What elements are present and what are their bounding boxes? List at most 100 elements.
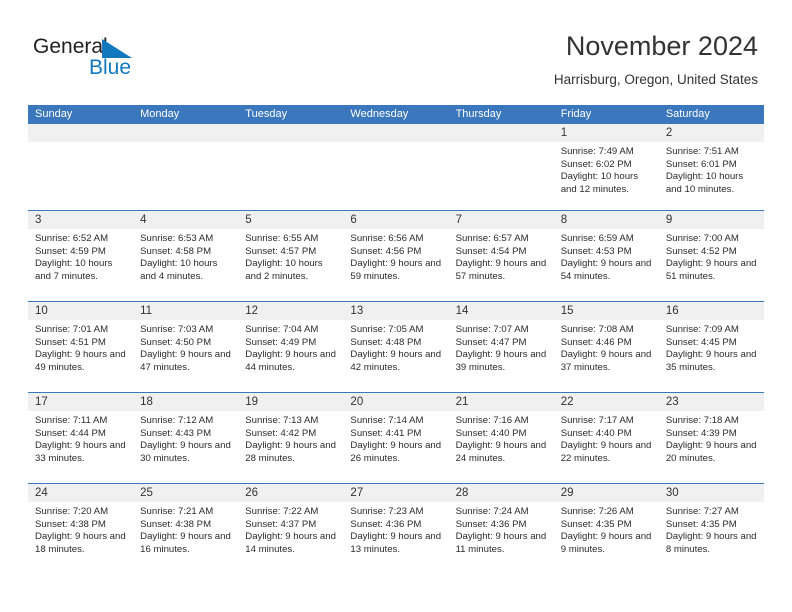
sunrise-text: Sunrise: 7:18 AM — [665, 415, 739, 426]
daylight-text: Daylight: 9 hours and 33 minutes. — [35, 440, 126, 464]
day-cell[interactable]: 9 Sunrise: 7:00 AM Sunset: 4:52 PM Daylight… — [658, 211, 764, 301]
sunset-text: Sunset: 4:41 PM — [350, 427, 422, 439]
daylight-text: Daylight: 9 hours and 16 minutes. — [140, 531, 231, 555]
day-cell[interactable]: 11 Sunrise: 7:03 AM Sunset: 4:50 PM Dayligh… — [133, 302, 239, 392]
day-cell[interactable]: 28 Sunrise: 7:24 AM Sunset: 4:36 PM Dayligh… — [448, 484, 554, 574]
logo-text-blue: Blue — [89, 56, 132, 79]
day-number: 24 — [28, 484, 134, 502]
day-sun-info: Sunrise: 7:18 AM Sunset: 4:39 PM Daylight:… — [659, 411, 764, 465]
day-cell[interactable]: 18 Sunrise: 7:12 AM Sunset: 4:43 PM Dayligh… — [133, 393, 239, 483]
sunset-text: Sunset: 4:54 PM — [455, 245, 527, 257]
sunrise-text: Sunrise: 7:16 AM — [455, 415, 529, 426]
sunset-text: Sunset: 4:35 PM — [560, 518, 632, 530]
day-cell[interactable]: 10 Sunrise: 7:01 AM Sunset: 4:51 PM Dayligh… — [28, 302, 134, 392]
weekday-sunday: Sunday — [35, 108, 73, 120]
day-sun-info: Sunrise: 6:55 AM Sunset: 4:57 PM Daylight:… — [238, 229, 343, 283]
day-cell-empty — [343, 124, 449, 210]
daylight-text: Daylight: 9 hours and 37 minutes. — [560, 349, 652, 373]
day-sun-info: Sunrise: 7:27 AM Sunset: 4:35 PM Daylight:… — [659, 502, 764, 556]
day-cell[interactable]: 4 Sunrise: 6:53 AM Sunset: 4:58 PM Daylight… — [133, 211, 239, 301]
day-number: 28 — [448, 484, 554, 502]
day-sun-info: Sunrise: 7:16 AM Sunset: 4:40 PM Daylight:… — [449, 411, 554, 465]
daylight-text: Daylight: 9 hours and 22 minutes. — [560, 440, 652, 464]
day-cell[interactable]: 21 Sunrise: 7:16 AM Sunset: 4:40 PM Dayligh… — [448, 393, 554, 483]
day-sun-info: Sunrise: 6:56 AM Sunset: 4:56 PM Daylight:… — [343, 229, 448, 283]
day-sun-info: Sunrise: 7:51 AM Sunset: 6:01 PM Daylight:… — [659, 142, 764, 196]
sunset-text: Sunset: 4:36 PM — [350, 518, 422, 530]
day-number: 2 — [658, 124, 764, 142]
daylight-text: Daylight: 9 hours and 42 minutes. — [350, 349, 442, 373]
day-cell[interactable]: 14 Sunrise: 7:07 AM Sunset: 4:47 PM Dayligh… — [448, 302, 554, 392]
sunset-text: Sunset: 4:46 PM — [560, 336, 632, 348]
calendar-week-row: 17 Sunrise: 7:11 AM Sunset: 4:44 PM Dayligh… — [28, 392, 764, 483]
day-cell[interactable]: 30 Sunrise: 7:27 AM Sunset: 4:35 PM Dayligh… — [658, 484, 764, 574]
sunrise-text: Sunrise: 6:59 AM — [560, 233, 634, 244]
day-cell[interactable]: 16 Sunrise: 7:09 AM Sunset: 4:45 PM Dayligh… — [658, 302, 764, 392]
sunset-text: Sunset: 4:43 PM — [140, 427, 212, 439]
day-sun-info: Sunrise: 7:21 AM Sunset: 4:38 PM Daylight:… — [133, 502, 238, 556]
day-number: 27 — [343, 484, 449, 502]
day-cell[interactable]: 29 Sunrise: 7:26 AM Sunset: 4:35 PM Dayligh… — [553, 484, 659, 574]
day-sun-info: Sunrise: 7:03 AM Sunset: 4:50 PM Daylight:… — [133, 320, 238, 374]
day-sun-info: Sunrise: 7:04 AM Sunset: 4:49 PM Daylight:… — [238, 320, 343, 374]
day-cell[interactable]: 1 Sunrise: 7:49 AM Sunset: 6:02 PM Daylight… — [553, 124, 659, 210]
day-number: 26 — [238, 484, 344, 502]
day-cell[interactable]: 26 Sunrise: 7:22 AM Sunset: 4:37 PM Dayligh… — [238, 484, 344, 574]
sunset-text: Sunset: 4:47 PM — [455, 336, 527, 348]
weekday-saturday: Saturday — [665, 108, 710, 120]
daylight-text: Daylight: 10 hours and 4 minutes. — [140, 258, 218, 282]
day-cell[interactable]: 17 Sunrise: 7:11 AM Sunset: 4:44 PM Dayligh… — [28, 393, 134, 483]
day-sun-info: Sunrise: 7:22 AM Sunset: 4:37 PM Daylight:… — [238, 502, 343, 556]
sunrise-text: Sunrise: 6:55 AM — [245, 233, 319, 244]
day-number — [133, 124, 239, 142]
day-number: 17 — [28, 393, 134, 411]
day-number: 25 — [133, 484, 239, 502]
day-cell[interactable]: 3 Sunrise: 6:52 AM Sunset: 4:59 PM Daylight… — [28, 211, 134, 301]
weekday-monday: Monday — [140, 108, 180, 120]
day-sun-info: Sunrise: 7:26 AM Sunset: 4:35 PM Daylight:… — [554, 502, 659, 556]
sunset-text: Sunset: 4:59 PM — [35, 245, 106, 257]
sunrise-text: Sunrise: 7:09 AM — [665, 324, 739, 335]
title-block: November 2024 Harrisburg, Oregon, United… — [554, 30, 758, 90]
day-cell[interactable]: 8 Sunrise: 6:59 AM Sunset: 4:53 PM Daylight… — [553, 211, 659, 301]
day-number: 20 — [343, 393, 449, 411]
day-cell-empty — [28, 124, 134, 210]
day-cell[interactable]: 13 Sunrise: 7:05 AM Sunset: 4:48 PM Dayligh… — [343, 302, 449, 392]
day-cell[interactable]: 7 Sunrise: 6:57 AM Sunset: 4:54 PM Daylight… — [448, 211, 554, 301]
day-cell[interactable]: 19 Sunrise: 7:13 AM Sunset: 4:42 PM Dayligh… — [238, 393, 344, 483]
weekday-header-row: Sunday Monday Tuesday Wednesday Thursday… — [28, 105, 764, 124]
sunrise-text: Sunrise: 7:22 AM — [245, 506, 319, 517]
day-cell[interactable]: 20 Sunrise: 7:14 AM Sunset: 4:41 PM Dayligh… — [343, 393, 449, 483]
day-number: 8 — [553, 211, 659, 229]
sunset-text: Sunset: 4:57 PM — [245, 245, 317, 257]
day-number: 4 — [133, 211, 239, 229]
weekday-wednesday: Wednesday — [350, 108, 409, 120]
daylight-text: Daylight: 9 hours and 11 minutes. — [455, 531, 547, 555]
day-number: 6 — [343, 211, 449, 229]
sunset-text: Sunset: 4:40 PM — [560, 427, 632, 439]
sunset-text: Sunset: 4:49 PM — [245, 336, 317, 348]
day-sun-info: Sunrise: 7:17 AM Sunset: 4:40 PM Daylight:… — [554, 411, 659, 465]
sunset-text: Sunset: 4:35 PM — [665, 518, 737, 530]
day-cell[interactable]: 24 Sunrise: 7:20 AM Sunset: 4:38 PM Dayligh… — [28, 484, 134, 574]
day-cell-empty — [133, 124, 239, 210]
day-cell[interactable]: 25 Sunrise: 7:21 AM Sunset: 4:38 PM Dayligh… — [133, 484, 239, 574]
day-cell[interactable]: 2 Sunrise: 7:51 AM Sunset: 6:01 PM Daylight… — [658, 124, 764, 210]
sunrise-text: Sunrise: 7:24 AM — [455, 506, 529, 517]
day-cell[interactable]: 15 Sunrise: 7:08 AM Sunset: 4:46 PM Dayligh… — [553, 302, 659, 392]
daylight-text: Daylight: 9 hours and 54 minutes. — [560, 258, 652, 282]
sunrise-text: Sunrise: 7:05 AM — [350, 324, 424, 335]
day-sun-info: Sunrise: 7:24 AM Sunset: 4:36 PM Daylight:… — [449, 502, 554, 556]
generalblue-logo[interactable]: General Blue — [33, 36, 153, 84]
day-cell[interactable]: 23 Sunrise: 7:18 AM Sunset: 4:39 PM Dayligh… — [658, 393, 764, 483]
day-cell[interactable]: 12 Sunrise: 7:04 AM Sunset: 4:49 PM Dayligh… — [238, 302, 344, 392]
day-cell[interactable]: 5 Sunrise: 6:55 AM Sunset: 4:57 PM Daylight… — [238, 211, 344, 301]
location-subtitle: Harrisburg, Oregon, United States — [553, 72, 758, 87]
day-sun-info: Sunrise: 7:07 AM Sunset: 4:47 PM Daylight:… — [449, 320, 554, 374]
day-cell[interactable]: 6 Sunrise: 6:56 AM Sunset: 4:56 PM Daylight… — [343, 211, 449, 301]
sunset-text: Sunset: 4:51 PM — [35, 336, 106, 348]
day-cell[interactable]: 27 Sunrise: 7:23 AM Sunset: 4:36 PM Dayligh… — [343, 484, 449, 574]
daylight-text: Daylight: 9 hours and 13 minutes. — [350, 531, 442, 555]
sunset-text: Sunset: 4:40 PM — [455, 427, 527, 439]
day-cell[interactable]: 22 Sunrise: 7:17 AM Sunset: 4:40 PM Dayligh… — [553, 393, 659, 483]
